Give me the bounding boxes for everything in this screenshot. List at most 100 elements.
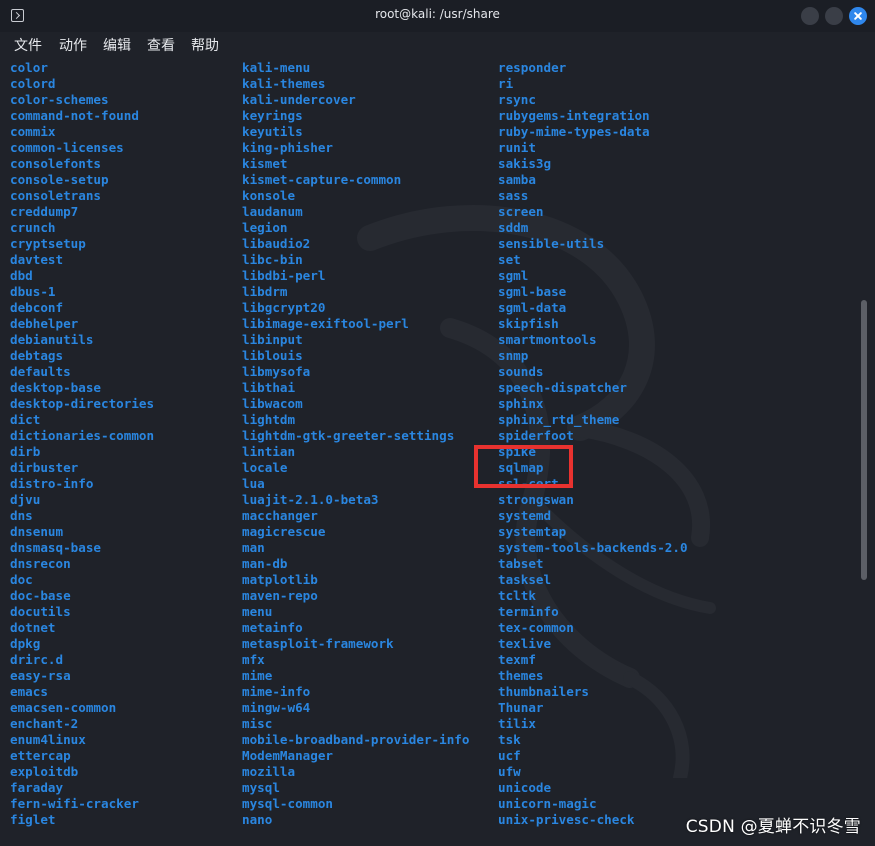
menu-file[interactable]: 文件: [14, 35, 42, 55]
directory-entry: unix-privesc-check: [498, 812, 635, 827]
directory-entry: speech-dispatcher: [498, 380, 627, 395]
directory-entry: libmysofa: [242, 364, 311, 379]
directory-entry: doc-base: [10, 588, 71, 603]
directory-entry: kali-undercover: [242, 92, 356, 107]
directory-entry: sddm: [498, 220, 529, 235]
directory-entry: maven-repo: [242, 588, 318, 603]
directory-entry: tilix: [498, 716, 536, 731]
directory-entry: davtest: [10, 252, 64, 267]
directory-entry: kismet: [242, 156, 288, 171]
directory-entry: djvu: [10, 492, 41, 507]
directory-entry: ucf: [498, 748, 521, 763]
directory-entry: enum4linux: [10, 732, 86, 747]
csdn-watermark: CSDN @夏蝉不识冬雪: [685, 817, 861, 837]
directory-entry: misc: [242, 716, 273, 731]
directory-entry: ModemManager: [242, 748, 333, 763]
terminal-window: root@kali: /usr/share 文件 动作 编辑 查看 帮助 col…: [0, 0, 875, 846]
directory-entry: laudanum: [242, 204, 303, 219]
directory-entry: thumbnailers: [498, 684, 589, 699]
directory-entry: kali-themes: [242, 76, 326, 91]
directory-entry: texlive: [498, 636, 552, 651]
title-bar[interactable]: root@kali: /usr/share: [0, 0, 875, 33]
directory-entry: libimage-exiftool-perl: [242, 316, 409, 331]
directory-entry: libdrm: [242, 284, 288, 299]
directory-entry: emacsen-common: [10, 700, 117, 715]
directory-entry: snmp: [498, 348, 529, 363]
maximize-button[interactable]: [825, 7, 843, 25]
directory-entry: ufw: [498, 764, 521, 779]
window-title: root@kali: /usr/share: [375, 7, 500, 21]
directory-entry: dns: [10, 508, 33, 523]
directory-entry: creddump7: [10, 204, 79, 219]
directory-entry: mozilla: [242, 764, 296, 779]
directory-entry: dnsmasq-base: [10, 540, 101, 555]
directory-entry: command-not-found: [10, 108, 139, 123]
vertical-scrollbar[interactable]: [861, 300, 867, 580]
directory-entry: drirc.d: [10, 652, 64, 667]
sqlmap-highlight-box: [474, 445, 573, 488]
directory-entry: sounds: [498, 364, 544, 379]
directory-entry: set: [498, 252, 521, 267]
directory-entry: king-phisher: [242, 140, 333, 155]
directory-entry: consoletrans: [10, 188, 101, 203]
directory-entry: sgml-data: [498, 300, 567, 315]
directory-entry: magicrescue: [242, 524, 326, 539]
directory-entry: matplotlib: [242, 572, 318, 587]
listing-column-3: responder ri rsync rubygems-integration ruby…: [498, 60, 688, 828]
directory-entry: debtags: [10, 348, 64, 363]
menu-help[interactable]: 帮助: [191, 35, 219, 55]
directory-entry: locale: [242, 460, 288, 475]
close-button[interactable]: [849, 7, 867, 25]
directory-entry: docutils: [10, 604, 71, 619]
directory-entry: doc: [10, 572, 33, 587]
directory-entry: mysql: [242, 780, 280, 795]
directory-entry: easy-rsa: [10, 668, 71, 683]
directory-entry: keyutils: [242, 124, 303, 139]
directory-entry: enchant-2: [10, 716, 79, 731]
directory-entry: system-tools-backends-2.0: [498, 540, 688, 555]
directory-entry: menu: [242, 604, 273, 619]
directory-entry: runit: [498, 140, 536, 155]
menu-action[interactable]: 动作: [59, 35, 87, 55]
directory-entry: sgml: [498, 268, 529, 283]
directory-entry: crunch: [10, 220, 56, 235]
directory-entry: consolefonts: [10, 156, 101, 171]
directory-entry: spiderfoot: [498, 428, 574, 443]
directory-entry: themes: [498, 668, 544, 683]
directory-entry: sgml-base: [498, 284, 567, 299]
terminal-output[interactable]: color colord color-schemes command-not-foun…: [0, 58, 875, 846]
directory-entry: rubygems-integration: [498, 108, 650, 123]
directory-entry: mysql-common: [242, 796, 333, 811]
directory-entry: color-schemes: [10, 92, 109, 107]
directory-entry: faraday: [10, 780, 64, 795]
minimize-button[interactable]: [801, 7, 819, 25]
directory-entry: screen: [498, 204, 544, 219]
directory-entry: ettercap: [10, 748, 71, 763]
directory-entry: sass: [498, 188, 529, 203]
directory-entry: fern-wifi-cracker: [10, 796, 139, 811]
directory-entry: ri: [498, 76, 514, 91]
directory-entry: figlet: [10, 812, 56, 827]
directory-entry: kali-menu: [242, 60, 311, 75]
directory-entry: systemtap: [498, 524, 567, 539]
directory-entry: man: [242, 540, 265, 555]
directory-entry: tcltk: [498, 588, 536, 603]
menu-edit[interactable]: 编辑: [103, 35, 131, 55]
directory-entry: libthai: [242, 380, 296, 395]
directory-entry: lua: [242, 476, 265, 491]
directory-entry: desktop-directories: [10, 396, 155, 411]
directory-entry: emacs: [10, 684, 48, 699]
directory-entry: mime: [242, 668, 273, 683]
directory-entry: libdbi-perl: [242, 268, 326, 283]
directory-entry: liblouis: [242, 348, 303, 363]
directory-entry: desktop-base: [10, 380, 101, 395]
directory-entry: smartmontools: [498, 332, 597, 347]
directory-entry: commix: [10, 124, 56, 139]
directory-entry: Thunar: [498, 700, 544, 715]
directory-entry: defaults: [10, 364, 71, 379]
directory-entry: sphinx_rtd_theme: [498, 412, 620, 427]
menu-view[interactable]: 查看: [147, 35, 175, 55]
directory-entry: colord: [10, 76, 56, 91]
directory-entry: dbd: [10, 268, 33, 283]
directory-entry: console-setup: [10, 172, 109, 187]
